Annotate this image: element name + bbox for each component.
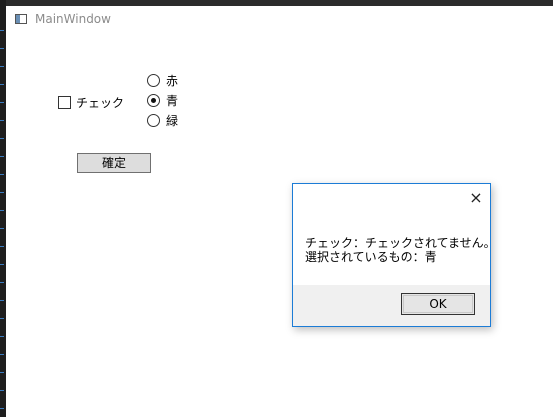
- window-title: MainWindow: [35, 12, 111, 26]
- gutter-tick: [0, 66, 4, 73]
- gutter-tick: [0, 300, 4, 307]
- gutter-tick: [0, 48, 4, 55]
- gutter-tick: [0, 156, 4, 163]
- message-box-footer: OK: [293, 285, 490, 326]
- checkbox-label: チェック: [76, 96, 125, 110]
- app-window-icon: [15, 14, 27, 24]
- radio-circle-blue[interactable]: [147, 93, 160, 107]
- checkbox-box[interactable]: [58, 96, 71, 109]
- ok-button[interactable]: OK: [401, 293, 475, 315]
- radio-red[interactable]: 赤: [147, 70, 178, 90]
- radio-label-blue: 青: [166, 93, 179, 108]
- gutter-tick: [0, 120, 4, 127]
- gutter-tick: [0, 138, 4, 145]
- radio-circle-green[interactable]: [147, 113, 160, 127]
- radio-blue[interactable]: 青: [147, 90, 178, 110]
- gutter-tick: [0, 228, 4, 235]
- message-line-selected: 選択されているもの：青: [305, 250, 437, 264]
- radio-label-red: 赤: [166, 73, 179, 88]
- color-radio-group: 赤 青 緑: [147, 70, 178, 130]
- message-line-check-status: チェック：チェックされてません。: [305, 236, 496, 250]
- close-icon[interactable]: ×: [468, 190, 484, 206]
- gutter-tick: [0, 264, 4, 271]
- gutter-tick: [0, 246, 4, 253]
- radio-green[interactable]: 緑: [147, 110, 178, 130]
- gutter-tick: [0, 318, 4, 325]
- gutter-tick: [0, 408, 4, 415]
- gutter-tick: [0, 174, 4, 181]
- gutter-tick: [0, 84, 4, 91]
- gutter-tick: [0, 390, 4, 397]
- title-bar[interactable]: MainWindow: [6, 6, 553, 32]
- check-checkbox[interactable]: チェック: [58, 94, 124, 111]
- gutter-tick: [0, 30, 4, 37]
- gutter-tick: [0, 282, 4, 289]
- gutter-tick: [0, 102, 4, 109]
- gutter-tick: [0, 192, 4, 199]
- radio-label-green: 緑: [166, 113, 179, 128]
- gutter-tick: [0, 336, 4, 343]
- message-text: チェック：チェックされてません。 選択されているもの：青: [305, 236, 496, 264]
- gutter-tick: [0, 372, 4, 379]
- gutter-tick: [0, 354, 4, 361]
- message-box-dialog: × チェック：チェックされてません。 選択されているもの：青 OK: [292, 183, 496, 327]
- gutter-tick: [0, 210, 4, 217]
- confirm-button[interactable]: 確定: [77, 153, 151, 173]
- radio-circle-red[interactable]: [147, 73, 160, 87]
